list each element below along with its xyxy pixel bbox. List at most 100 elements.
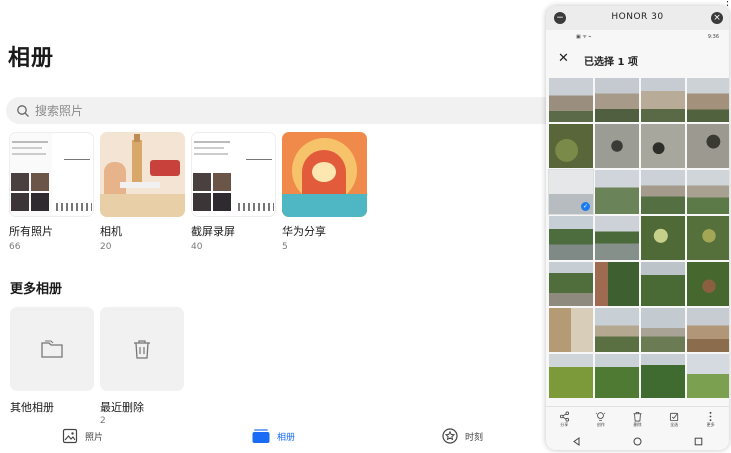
action-label: 删除 [633,422,642,427]
photo-thumb[interactable] [549,308,593,352]
album-all-photos[interactable]: 所有照片 66 [9,132,94,252]
photo-thumb[interactable] [595,170,639,214]
search-bar[interactable]: 搜索照片 [6,97,566,124]
selection-bar: ✕ 已选择 1 项 [546,43,729,76]
action-share[interactable]: 分享 [559,407,570,428]
photo-thumb[interactable] [595,308,639,352]
album-cover [100,307,184,391]
photo-thumb[interactable] [595,354,639,398]
home-icon[interactable] [633,437,642,446]
photo-thumb[interactable] [687,78,729,122]
album-screenshots[interactable]: 截屏录屏 40 [191,132,276,252]
close-selection-icon[interactable]: ✕ [558,51,569,66]
photo-thumb[interactable] [549,354,593,398]
lightbulb-icon [596,412,606,422]
tab-label: 照片 [85,432,104,443]
photo-thumb[interactable] [687,262,729,306]
more-icon [709,411,712,422]
album-cover [10,307,94,391]
photo-thumb[interactable] [641,170,685,214]
album-other[interactable]: 其他相册 [10,307,94,424]
action-select-all[interactable]: 全选 [669,407,680,428]
album-icon [252,429,270,443]
photo-thumb[interactable] [641,354,685,398]
more-albums-list: 其他相册 最近删除 2 [10,307,184,424]
photo-thumb[interactable] [549,216,593,260]
album-count: 20 [100,242,112,252]
album-cover [9,132,94,217]
check-icon: ✓ [581,202,590,211]
album-name: 其他相册 [10,401,54,414]
album-cover [100,132,185,217]
image-icon [62,428,78,444]
photo-thumb[interactable] [687,216,729,260]
action-more[interactable]: 更多 [705,407,716,428]
photo-thumb[interactable] [595,216,639,260]
album-camera[interactable]: 相机 20 [100,132,185,252]
photo-thumb[interactable] [687,170,729,214]
album-name: 最近删除 [100,401,144,414]
status-icons: ▣ ᯤ ⌁ [576,34,592,40]
album-name: 相机 [100,225,122,238]
window-title-bar: − HONOR 30 × [546,6,729,30]
selection-title: 已选择 1 项 [584,57,638,68]
photo-thumb-selected[interactable]: ✓ [548,169,594,215]
photo-thumb[interactable] [641,308,685,352]
trash-icon [134,340,150,359]
album-count: 40 [191,242,203,252]
status-time: 9:36 [707,34,719,40]
action-create[interactable]: 创作 [595,407,606,428]
back-icon[interactable] [572,436,581,446]
photo-thumb[interactable] [687,308,729,352]
photo-thumb[interactable] [595,124,639,168]
tab-label: 相册 [277,432,296,443]
trash-icon [633,412,642,422]
close-icon[interactable]: × [711,12,723,24]
photo-thumb[interactable] [687,354,729,398]
more-albums-title: 更多相册 [10,282,63,297]
action-label: 更多 [706,422,715,427]
photo-thumb[interactable] [641,262,685,306]
select-all-icon [669,412,678,422]
album-count: 66 [9,242,21,252]
star-icon [442,428,458,444]
search-placeholder: 搜索照片 [35,104,84,118]
photo-thumb[interactable] [549,124,593,168]
tab-moments[interactable]: 时刻 [442,428,483,444]
photo-thumb[interactable] [595,262,639,306]
gallery-app: 相册 搜索照片 所有照片 66 相机 20 截屏录屏 40 华为分享 5 更多相… [0,0,566,453]
action-label: 分享 [560,422,569,427]
photo-thumb[interactable] [687,124,729,168]
share-icon [559,411,569,422]
window-title: HONOR 30 [611,12,664,22]
bottom-tab-bar: 照片 相册 时刻 [0,420,548,453]
phone-projection-window: − HONOR 30 × ▣ ᯤ ⌁ 9:36 ✕ 已选择 1 项 ✓ 分享 创… [546,6,729,450]
selection-action-bar: 分享 创作 删除 全选 更多 [546,406,729,433]
photo-thumb[interactable] [549,262,593,306]
more-dots-icon[interactable]: ⋮ [722,0,731,7]
album-huawei-share[interactable]: 华为分享 5 [282,132,367,252]
photo-thumb[interactable] [595,78,639,122]
folder-icon [41,340,63,358]
album-cover [191,132,276,217]
photo-thumb[interactable] [641,124,685,168]
action-label: 全选 [670,422,679,427]
album-name: 华为分享 [282,225,326,238]
album-name: 截屏录屏 [191,225,235,238]
album-recently-deleted[interactable]: 最近删除 2 [100,307,184,424]
photo-thumb[interactable] [641,216,685,260]
search-icon [17,104,29,117]
photo-thumb[interactable] [549,78,593,122]
recents-icon[interactable] [694,437,703,446]
tab-photos[interactable]: 照片 [62,428,103,444]
photo-grid: ✓ [548,78,729,398]
album-cover [282,132,367,217]
action-label: 创作 [596,422,605,427]
action-delete[interactable]: 删除 [632,407,643,428]
phone-status-bar: ▣ ᯤ ⌁ 9:36 [546,30,729,43]
page-title: 相册 [8,46,55,71]
album-list: 所有照片 66 相机 20 截屏录屏 40 华为分享 5 [9,132,367,252]
photo-thumb[interactable] [641,78,685,122]
tab-label: 时刻 [465,432,484,443]
tab-albums[interactable]: 相册 [252,428,295,444]
